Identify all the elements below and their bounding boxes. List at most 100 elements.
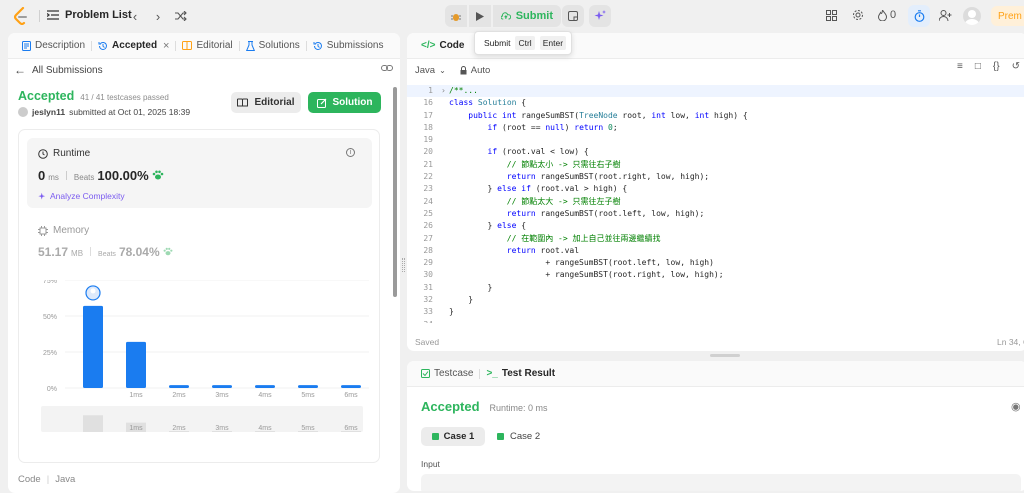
- code-icon: </>: [421, 40, 436, 51]
- fold-icon: [441, 233, 449, 245]
- bar: [341, 385, 361, 388]
- line-number: 19: [423, 135, 433, 145]
- case-2-label: Case 2: [510, 431, 541, 442]
- run-button[interactable]: [469, 5, 491, 27]
- bookmark-icon[interactable]: □: [975, 61, 981, 72]
- code-editor[interactable]: 1 ›/**... 16 class Solution {17 public int …: [407, 85, 1024, 323]
- chip-icon: [38, 225, 48, 236]
- solution-button[interactable]: Solution: [308, 92, 381, 113]
- line-number: 32: [423, 295, 433, 305]
- memory-header[interactable]: Memory: [38, 225, 89, 236]
- info-icon[interactable]: i: [346, 148, 355, 157]
- problem-list-button[interactable]: Problem List: [47, 9, 132, 21]
- streak-counter[interactable]: 0: [878, 8, 896, 22]
- line-text: }: [449, 295, 474, 305]
- add-friend-icon[interactable]: [938, 8, 952, 22]
- leetcode-logo[interactable]: [14, 7, 28, 25]
- check-dot-icon: [431, 433, 439, 440]
- play-icon: [476, 11, 484, 21]
- close-tab-icon[interactable]: ×: [163, 40, 169, 52]
- checkbox-icon: [421, 369, 430, 378]
- memory-unit: MB: [71, 249, 84, 258]
- debug-button[interactable]: [445, 5, 467, 27]
- line-number: 18: [423, 122, 433, 132]
- case-1-label: Case 1: [443, 431, 475, 442]
- lock-icon: [460, 65, 467, 74]
- mini-x-label: 3ms: [215, 425, 229, 432]
- layout-icon[interactable]: [824, 8, 838, 22]
- timer-button[interactable]: [908, 5, 930, 27]
- paw-icon: [152, 170, 164, 180]
- code-line: 30 + rangeSumBST(root.right, low, high);: [407, 269, 1024, 281]
- fold-icon: [441, 282, 449, 294]
- line-text: + rangeSumBST(root.left, low, high): [449, 258, 714, 268]
- test-status: Accepted: [421, 399, 480, 414]
- fold-icon: [441, 257, 449, 269]
- reset-icon[interactable]: ↺: [1012, 61, 1020, 72]
- horizontal-resize-handle[interactable]: [710, 354, 740, 357]
- code-line: 16 class Solution {: [407, 97, 1024, 109]
- vertical-resize-handle[interactable]: [402, 258, 405, 272]
- submit-label: Submit: [515, 10, 553, 22]
- case-1-tab[interactable]: Case 1: [421, 427, 485, 446]
- analyze-complexity-link[interactable]: Analyze Complexity: [38, 191, 125, 201]
- tab-accepted[interactable]: Accepted ×: [92, 33, 175, 59]
- user-marker-head: [90, 288, 96, 294]
- notes-button[interactable]: [562, 5, 584, 27]
- code-line: 21 // 節點太小 -> 只需往右子樹: [407, 159, 1024, 171]
- settings-gear-icon[interactable]: [851, 8, 865, 22]
- tab-editorial[interactable]: Editorial: [176, 33, 238, 59]
- divider: [39, 10, 40, 22]
- eye-icon[interactable]: ◉: [1011, 400, 1021, 413]
- sparkle-icon: [38, 192, 46, 199]
- left-scrollbar[interactable]: [393, 87, 397, 297]
- back-to-submissions[interactable]: ← All Submissions: [14, 63, 103, 77]
- line-text: return root.val: [506, 245, 580, 255]
- y-tick-label: 25%: [43, 350, 57, 357]
- test-tabs: Testcase >_ Test Result: [407, 361, 1024, 387]
- line-number: 31: [423, 282, 433, 292]
- share-link-icon[interactable]: [381, 63, 393, 76]
- code-line: 33}: [407, 306, 1024, 318]
- shuffle-icon[interactable]: [174, 9, 188, 23]
- editor-toolbar: Java ⌄ Auto: [407, 59, 1024, 81]
- tooltip-key-ctrl: Ctrl: [515, 36, 535, 50]
- fold-icon[interactable]: ›: [441, 85, 449, 97]
- tab-test-result[interactable]: >_ Test Result: [480, 361, 561, 387]
- auto-mode[interactable]: Auto: [460, 65, 490, 76]
- code-line: 31 }: [407, 282, 1024, 294]
- braces-icon[interactable]: {}: [993, 61, 1000, 72]
- premium-button[interactable]: Prem: [991, 6, 1024, 26]
- submit-button[interactable]: Submit: [493, 5, 561, 27]
- fold-icon: [441, 110, 449, 122]
- avatar[interactable]: [963, 7, 981, 25]
- language-select[interactable]: Java ⌄: [415, 65, 446, 76]
- tab-description[interactable]: Description: [16, 33, 91, 59]
- line-number: 30: [423, 270, 433, 280]
- tab-code[interactable]: </> Code: [415, 33, 470, 59]
- prev-problem-icon[interactable]: ‹: [128, 9, 142, 24]
- runtime-box[interactable]: Runtime i 0 ms Beats 100.00% Analyze Com…: [27, 138, 372, 208]
- editor-actions: ≡ □ {} ↺: [957, 61, 1020, 72]
- saved-status: Saved: [415, 337, 440, 347]
- editorial-button[interactable]: Editorial: [231, 92, 301, 113]
- line-number: 29: [423, 258, 433, 268]
- code-line: 28 return root.val: [407, 245, 1024, 257]
- input-box[interactable]: [421, 474, 1021, 491]
- next-problem-icon[interactable]: ›: [151, 9, 165, 24]
- user-avatar: [18, 107, 28, 117]
- username[interactable]: jeslyn11: [32, 107, 65, 117]
- format-icon[interactable]: ≡: [957, 61, 963, 72]
- bar: [255, 385, 275, 388]
- x-tick-label: 6ms: [344, 392, 358, 399]
- bug-icon: [451, 13, 461, 21]
- tab-submissions[interactable]: Submissions: [307, 33, 390, 59]
- fold-icon: [441, 269, 449, 281]
- case-2-tab[interactable]: Case 2: [497, 427, 540, 446]
- tab-solutions[interactable]: Solutions: [240, 33, 306, 59]
- note-icon: [568, 11, 578, 21]
- ai-assist-button[interactable]: [589, 5, 611, 27]
- terminal-icon: >_: [486, 368, 498, 379]
- fold-icon: [441, 134, 449, 146]
- tab-testcase[interactable]: Testcase: [415, 361, 479, 387]
